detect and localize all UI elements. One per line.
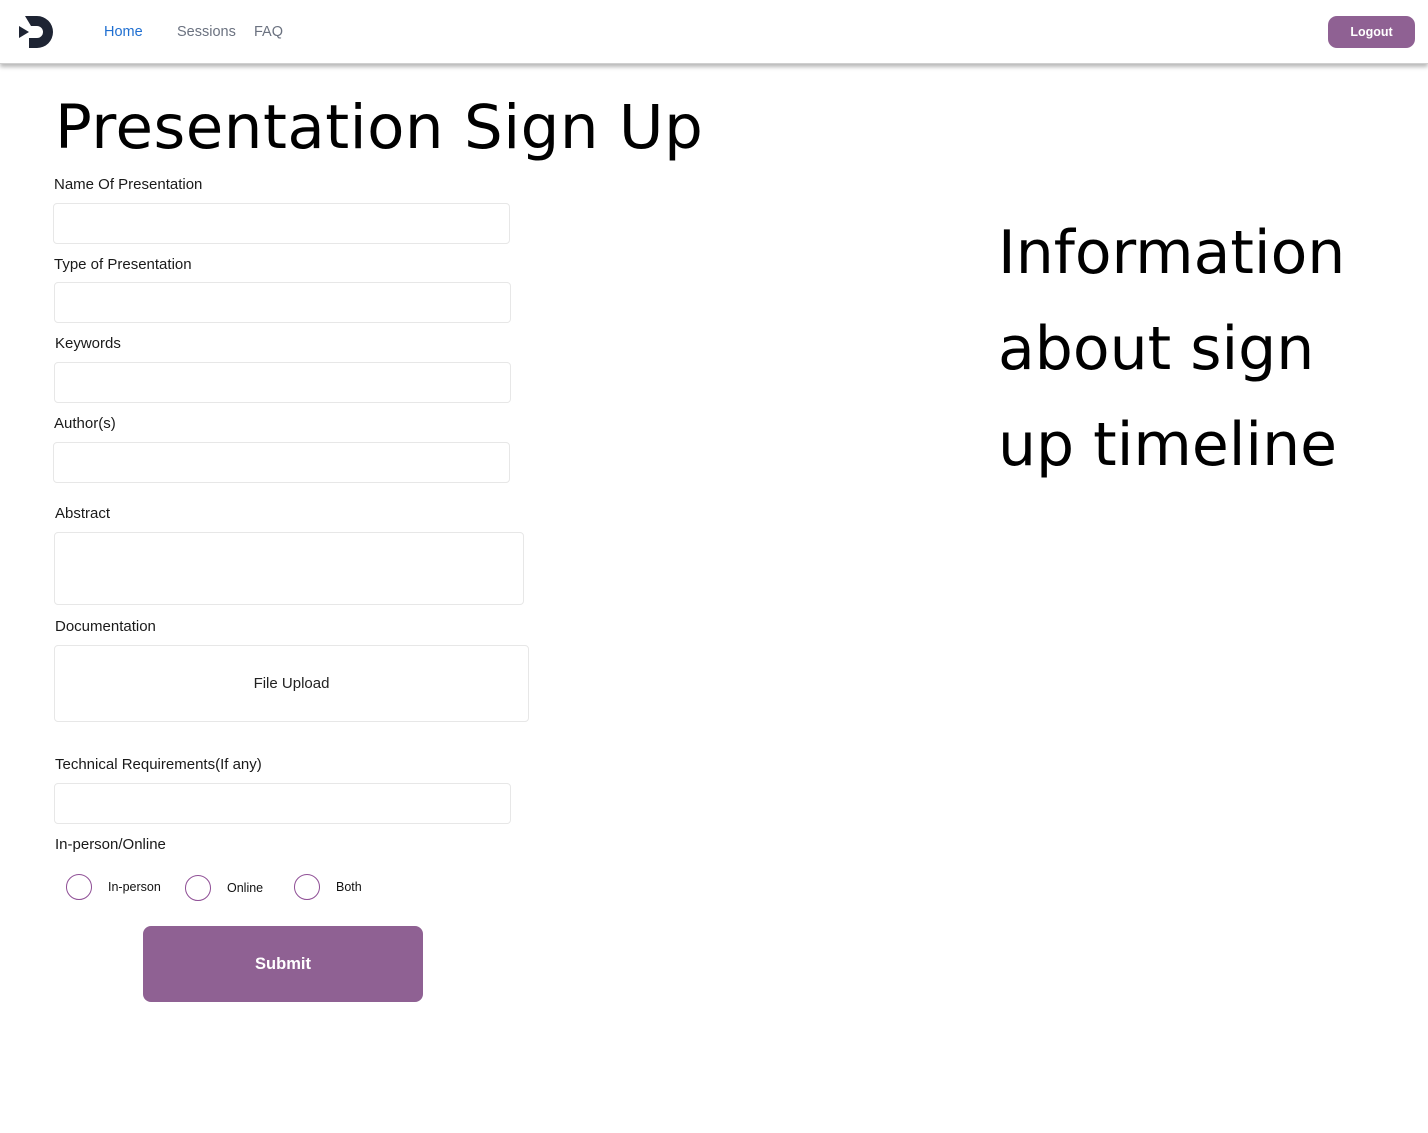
file-upload-label: File Upload	[253, 675, 330, 692]
type-of-presentation-input[interactable]	[54, 282, 511, 323]
online-radio-label: Online	[227, 881, 264, 895]
keywords-input[interactable]	[54, 362, 511, 403]
type-of-presentation-label: Type of Presentation	[54, 256, 192, 273]
keywords-label: Keywords	[55, 335, 121, 352]
authors-input[interactable]	[53, 442, 510, 483]
abstract-label: Abstract	[55, 505, 111, 522]
technical-requirements-label: Technical Requirements(If any)	[55, 756, 262, 773]
documentation-label: Documentation	[55, 618, 156, 635]
authors-label: Author(s)	[54, 415, 116, 432]
abstract-textarea[interactable]	[54, 532, 524, 605]
d-logo-icon[interactable]	[18, 14, 56, 50]
name-of-presentation-input[interactable]	[53, 203, 510, 244]
page-title: Presentation Sign Up	[55, 92, 704, 163]
both-radio-label: Both	[336, 880, 362, 894]
nav-link-sessions[interactable]: Sessions	[177, 24, 236, 40]
nav-link-home[interactable]: Home	[104, 24, 143, 40]
file-upload-dropzone[interactable]: File Upload	[54, 645, 529, 722]
top-navbar: Home Sessions FAQ Logout	[0, 0, 1428, 64]
submit-button[interactable]: Submit	[143, 926, 423, 1002]
in-person-radio[interactable]	[66, 874, 92, 900]
logout-button[interactable]: Logout	[1328, 16, 1415, 48]
nav-link-faq[interactable]: FAQ	[254, 24, 283, 40]
both-radio[interactable]	[294, 874, 320, 900]
attendance-mode-label: In-person/Online	[55, 836, 166, 853]
online-radio[interactable]	[185, 875, 211, 901]
in-person-radio-label: In-person	[108, 880, 161, 894]
name-of-presentation-label: Name Of Presentation	[54, 176, 203, 193]
technical-requirements-input[interactable]	[54, 783, 511, 824]
signup-timeline-info: Information about sign up timeline	[998, 218, 1346, 480]
